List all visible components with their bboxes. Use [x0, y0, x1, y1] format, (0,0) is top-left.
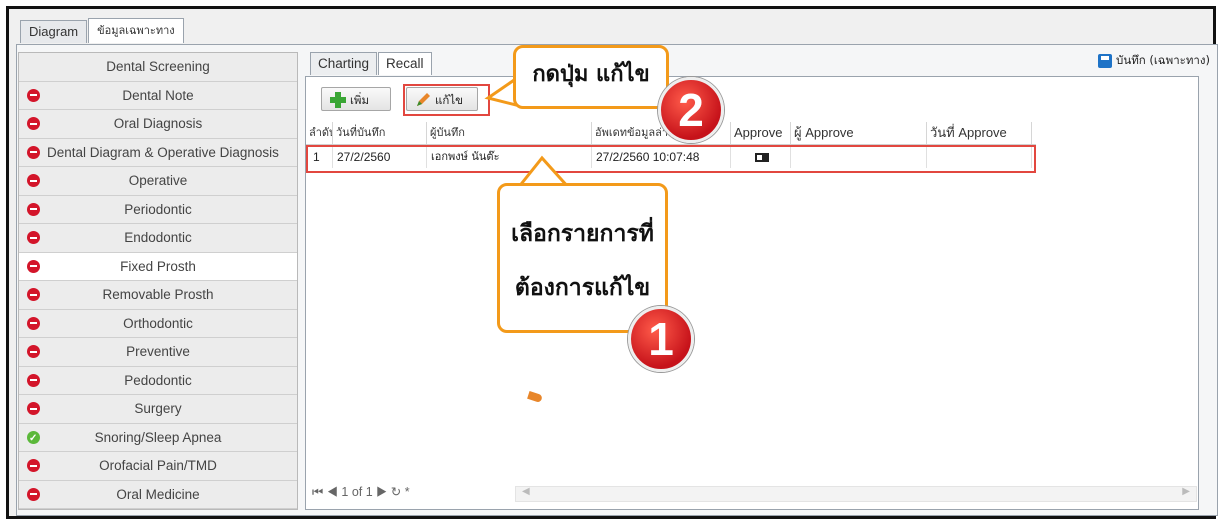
sidebar-item-label: Snoring/Sleep Apnea [94, 429, 222, 445]
sidebar-item-label: Fixed Prosth [120, 258, 196, 274]
column-header-approve[interactable]: Approve [731, 122, 791, 144]
tab-specialty-data[interactable]: ข้อมูลเฉพาะทาง [88, 18, 184, 43]
sidebar-item-dental-note[interactable]: Dental Note [19, 81, 297, 110]
row-highlight [306, 145, 1036, 173]
sidebar-item-oral-medicine[interactable]: Oral Medicine [19, 480, 297, 509]
sidebar-item-label: Oral Diagnosis [113, 116, 203, 131]
sidebar-item-label: Preventive [126, 344, 190, 359]
add-button-label: เพิ่ม [350, 93, 370, 107]
step1-badge: 1 [628, 306, 694, 372]
outer-tab-strip: Diagram ข้อมูลเฉพาะทาง [20, 18, 185, 44]
sidebar-item-label: Dental Note [122, 87, 194, 103]
minus-circle-icon [27, 402, 40, 415]
save-button-label: บันทึก (เฉพาะทาง) [1116, 53, 1210, 67]
sidebar-item-label: Orofacial Pain/TMD [99, 458, 217, 473]
next-page-icon[interactable]: ▶ [376, 485, 387, 499]
sidebar-item-label: Endodontic [124, 230, 192, 245]
step1-callout-line1: เลือกรายการที่ [511, 221, 654, 247]
column-header-approve-date[interactable]: วันที่ Approve [927, 122, 1032, 144]
horizontal-scrollbar[interactable]: ◀ ▶ [515, 486, 1197, 502]
sidebar-item-dental-screening[interactable]: Dental Screening [19, 53, 297, 82]
save-specialty-button[interactable]: บันทึก (เฉพาะทาง) [1098, 50, 1210, 72]
sidebar-item-label: Dental Screening [106, 59, 210, 74]
sidebar-item-label: Pedodontic [124, 372, 192, 388]
plus-icon [330, 92, 346, 108]
minus-circle-icon [27, 487, 40, 501]
column-header-no[interactable]: ลำดับ [306, 122, 333, 144]
save-disk-icon [1098, 54, 1113, 68]
column-header-record-date[interactable]: วันที่บันทึก [333, 122, 427, 144]
sidebar-item-surgery[interactable]: Surgery [19, 395, 297, 424]
minus-circle-icon [27, 231, 40, 244]
sidebar-item-endodontic[interactable]: Endodontic [19, 224, 297, 253]
refresh-icon[interactable]: ↻ [391, 485, 401, 499]
check-circle-icon [27, 425, 40, 452]
minus-circle-icon [27, 316, 40, 330]
step1-callout-line2: ต้องการแก้ไข [514, 275, 651, 301]
minus-circle-icon [27, 373, 40, 387]
sidebar-item-orthodontic[interactable]: Orthodontic [19, 309, 297, 338]
first-page-icon[interactable]: ⏮ [312, 485, 323, 499]
sidebar-item-label: Oral Medicine [116, 486, 200, 502]
tab-charting[interactable]: Charting [310, 52, 378, 75]
sidebar-item-pedodontic[interactable]: Pedodontic [19, 366, 297, 395]
sidebar-item-label: Removable Prosth [102, 287, 214, 302]
minus-circle-icon [27, 202, 40, 216]
sidebar-item-label: Surgery [134, 401, 182, 416]
sidebar-item-label: Operative [128, 173, 188, 188]
sidebar-item-orofacial-pain[interactable]: Orofacial Pain/TMD [19, 452, 297, 481]
sidebar-item-fixed-prosth[interactable]: Fixed Prosth [19, 252, 297, 281]
sidebar-item-operative[interactable]: Operative [19, 167, 297, 196]
step2-badge: 2 [658, 77, 724, 143]
add-button[interactable]: เพิ่ม [321, 87, 391, 111]
minus-circle-icon [27, 259, 40, 273]
page-indicator: 1 of 1 [341, 485, 373, 499]
scroll-right-icon[interactable]: ▶ [1182, 486, 1190, 497]
specialty-sidebar: Dental Screening Dental Note Oral Diagno… [18, 52, 298, 510]
column-header-recorder[interactable]: ผู้บันทึก [427, 122, 592, 144]
minus-circle-icon [27, 288, 40, 301]
sidebar-item-dental-diagram[interactable]: Dental Diagram & Operative Diagnosis [19, 138, 297, 167]
sidebar-item-periodontic[interactable]: Periodontic [19, 195, 297, 224]
sidebar-item-label: Orthodontic [123, 315, 193, 331]
column-header-approver[interactable]: ผู้ Approve [791, 122, 927, 144]
minus-circle-icon [27, 145, 40, 159]
sidebar-item-preventive[interactable]: Preventive [19, 338, 297, 367]
new-record-icon[interactable]: * [405, 485, 410, 499]
tab-diagram[interactable]: Diagram [20, 20, 88, 43]
minus-circle-icon [27, 459, 40, 472]
sidebar-item-label: Dental Diagram & Operative Diagnosis [47, 144, 279, 160]
sidebar-item-label: Periodontic [124, 201, 192, 217]
scroll-left-icon[interactable]: ◀ [522, 486, 530, 497]
edit-button-highlight [403, 84, 490, 116]
grid-pager: ⏮ ◀ 1 of 1 ▶ ↻ * [312, 484, 410, 500]
minus-circle-icon [27, 88, 40, 102]
inner-tab-strip: Charting Recall [310, 52, 433, 75]
prev-page-icon[interactable]: ◀ [327, 485, 338, 499]
minus-circle-icon [27, 117, 40, 130]
minus-circle-icon [27, 345, 40, 358]
sidebar-item-oral-diagnosis[interactable]: Oral Diagnosis [19, 110, 297, 139]
minus-circle-icon [27, 174, 40, 187]
step2-callout: กดปุ่ม แก้ไข [513, 45, 669, 109]
sidebar-item-removable-prosth[interactable]: Removable Prosth [19, 281, 297, 310]
tab-recall[interactable]: Recall [378, 52, 432, 75]
sidebar-item-snoring[interactable]: Snoring/Sleep Apnea [19, 423, 297, 452]
